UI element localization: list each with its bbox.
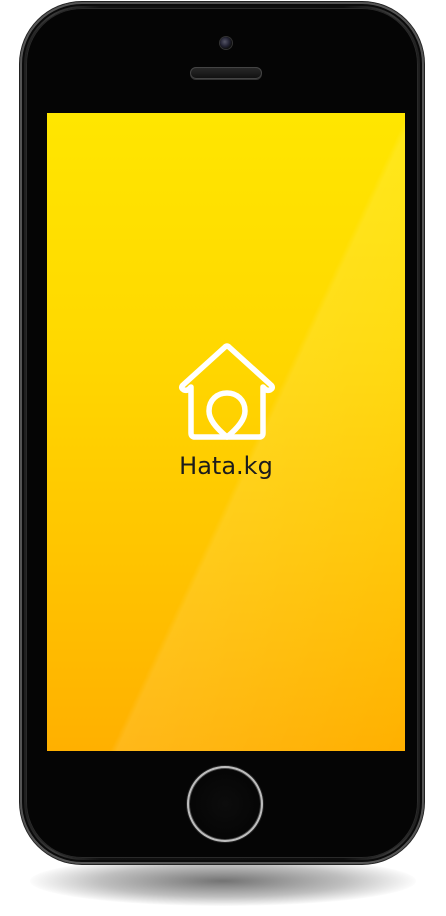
earpiece-speaker [190, 67, 262, 79]
app-name: Hata.kg [179, 452, 273, 480]
front-camera [220, 37, 232, 49]
mockup-stage: Hata.kg [0, 0, 446, 916]
house-pin-icon [178, 343, 276, 440]
app-splash-screen: Hata.kg [47, 113, 405, 751]
home-button[interactable] [187, 766, 263, 842]
